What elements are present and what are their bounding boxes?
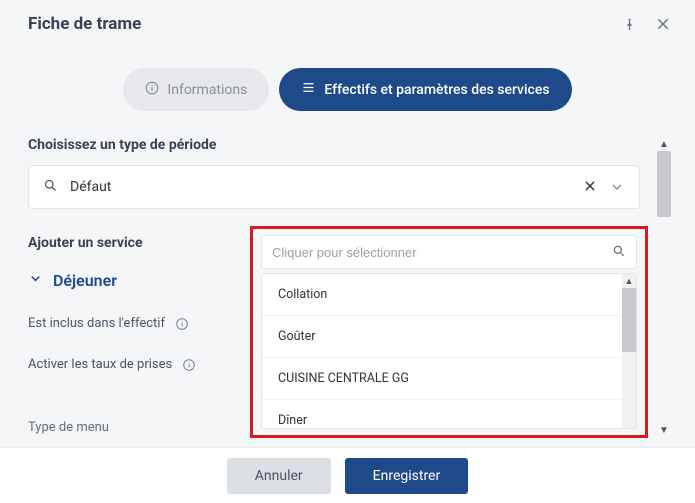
tab-effectifs[interactable]: Effectifs et paramètres des services (279, 68, 571, 111)
tab-informations[interactable]: Informations (123, 68, 269, 111)
service-option[interactable]: Goûter (262, 316, 636, 358)
period-label: Choisissez un type de période (28, 137, 667, 153)
scroll-thumb[interactable] (657, 151, 671, 217)
setting-label: Activer les taux de prises (28, 357, 172, 372)
period-select[interactable]: Défaut (28, 165, 640, 209)
save-button[interactable]: Enregistrer (345, 458, 469, 494)
tab-label: Effectifs et paramètres des services (324, 82, 549, 98)
service-search-input[interactable] (272, 245, 612, 260)
scroll-thumb[interactable] (622, 288, 636, 352)
close-icon[interactable] (655, 16, 671, 32)
service-option-list: Collation Goûter CUISINE CENTRALE GG Dîn… (261, 273, 637, 429)
cancel-button[interactable]: Annuler (227, 458, 331, 494)
scroll-up-icon[interactable]: ▲ (622, 274, 636, 288)
header-actions (622, 16, 671, 32)
dejeuner-title: Déjeuner (53, 271, 117, 290)
dialog-fiche-trame: Fiche de trame Informations Effectifs et… (0, 0, 695, 503)
service-dropdown-highlight: Collation Goûter CUISINE CENTRALE GG Dîn… (250, 226, 648, 438)
scroll-up-icon[interactable]: ▲ (657, 137, 671, 151)
add-service-label: Ajouter un service (28, 235, 246, 251)
search-icon (43, 178, 58, 197)
chevron-down-icon[interactable] (609, 179, 625, 195)
info-icon[interactable] (175, 317, 189, 331)
dropdown-scrollbar[interactable]: ▲ (622, 274, 636, 428)
service-option[interactable]: Collation (262, 274, 636, 316)
content-scrollbar[interactable]: ▲ ▼ (657, 137, 671, 437)
dialog-title: Fiche de trame (28, 14, 141, 34)
info-icon (145, 81, 159, 99)
service-option[interactable]: Dîner (262, 400, 636, 429)
tab-bar: Informations Effectifs et paramètres des… (0, 68, 695, 111)
tab-label: Informations (167, 82, 247, 98)
list-icon (301, 80, 316, 99)
search-icon (612, 243, 626, 262)
dialog-footer: Annuler Enregistrer (0, 447, 695, 503)
scroll-down-icon[interactable]: ▼ (657, 423, 671, 437)
service-option[interactable]: CUISINE CENTRALE GG (262, 358, 636, 400)
period-value: Défaut (70, 179, 571, 195)
setting-label: Type de menu (28, 420, 109, 435)
info-icon[interactable] (182, 358, 196, 372)
service-search[interactable] (261, 235, 637, 269)
dialog-header: Fiche de trame (0, 0, 695, 44)
clear-icon[interactable] (583, 178, 597, 197)
chevron-down-icon (28, 271, 43, 290)
setting-label: Est inclus dans l'effectif (28, 316, 165, 331)
pin-icon[interactable] (622, 17, 637, 32)
